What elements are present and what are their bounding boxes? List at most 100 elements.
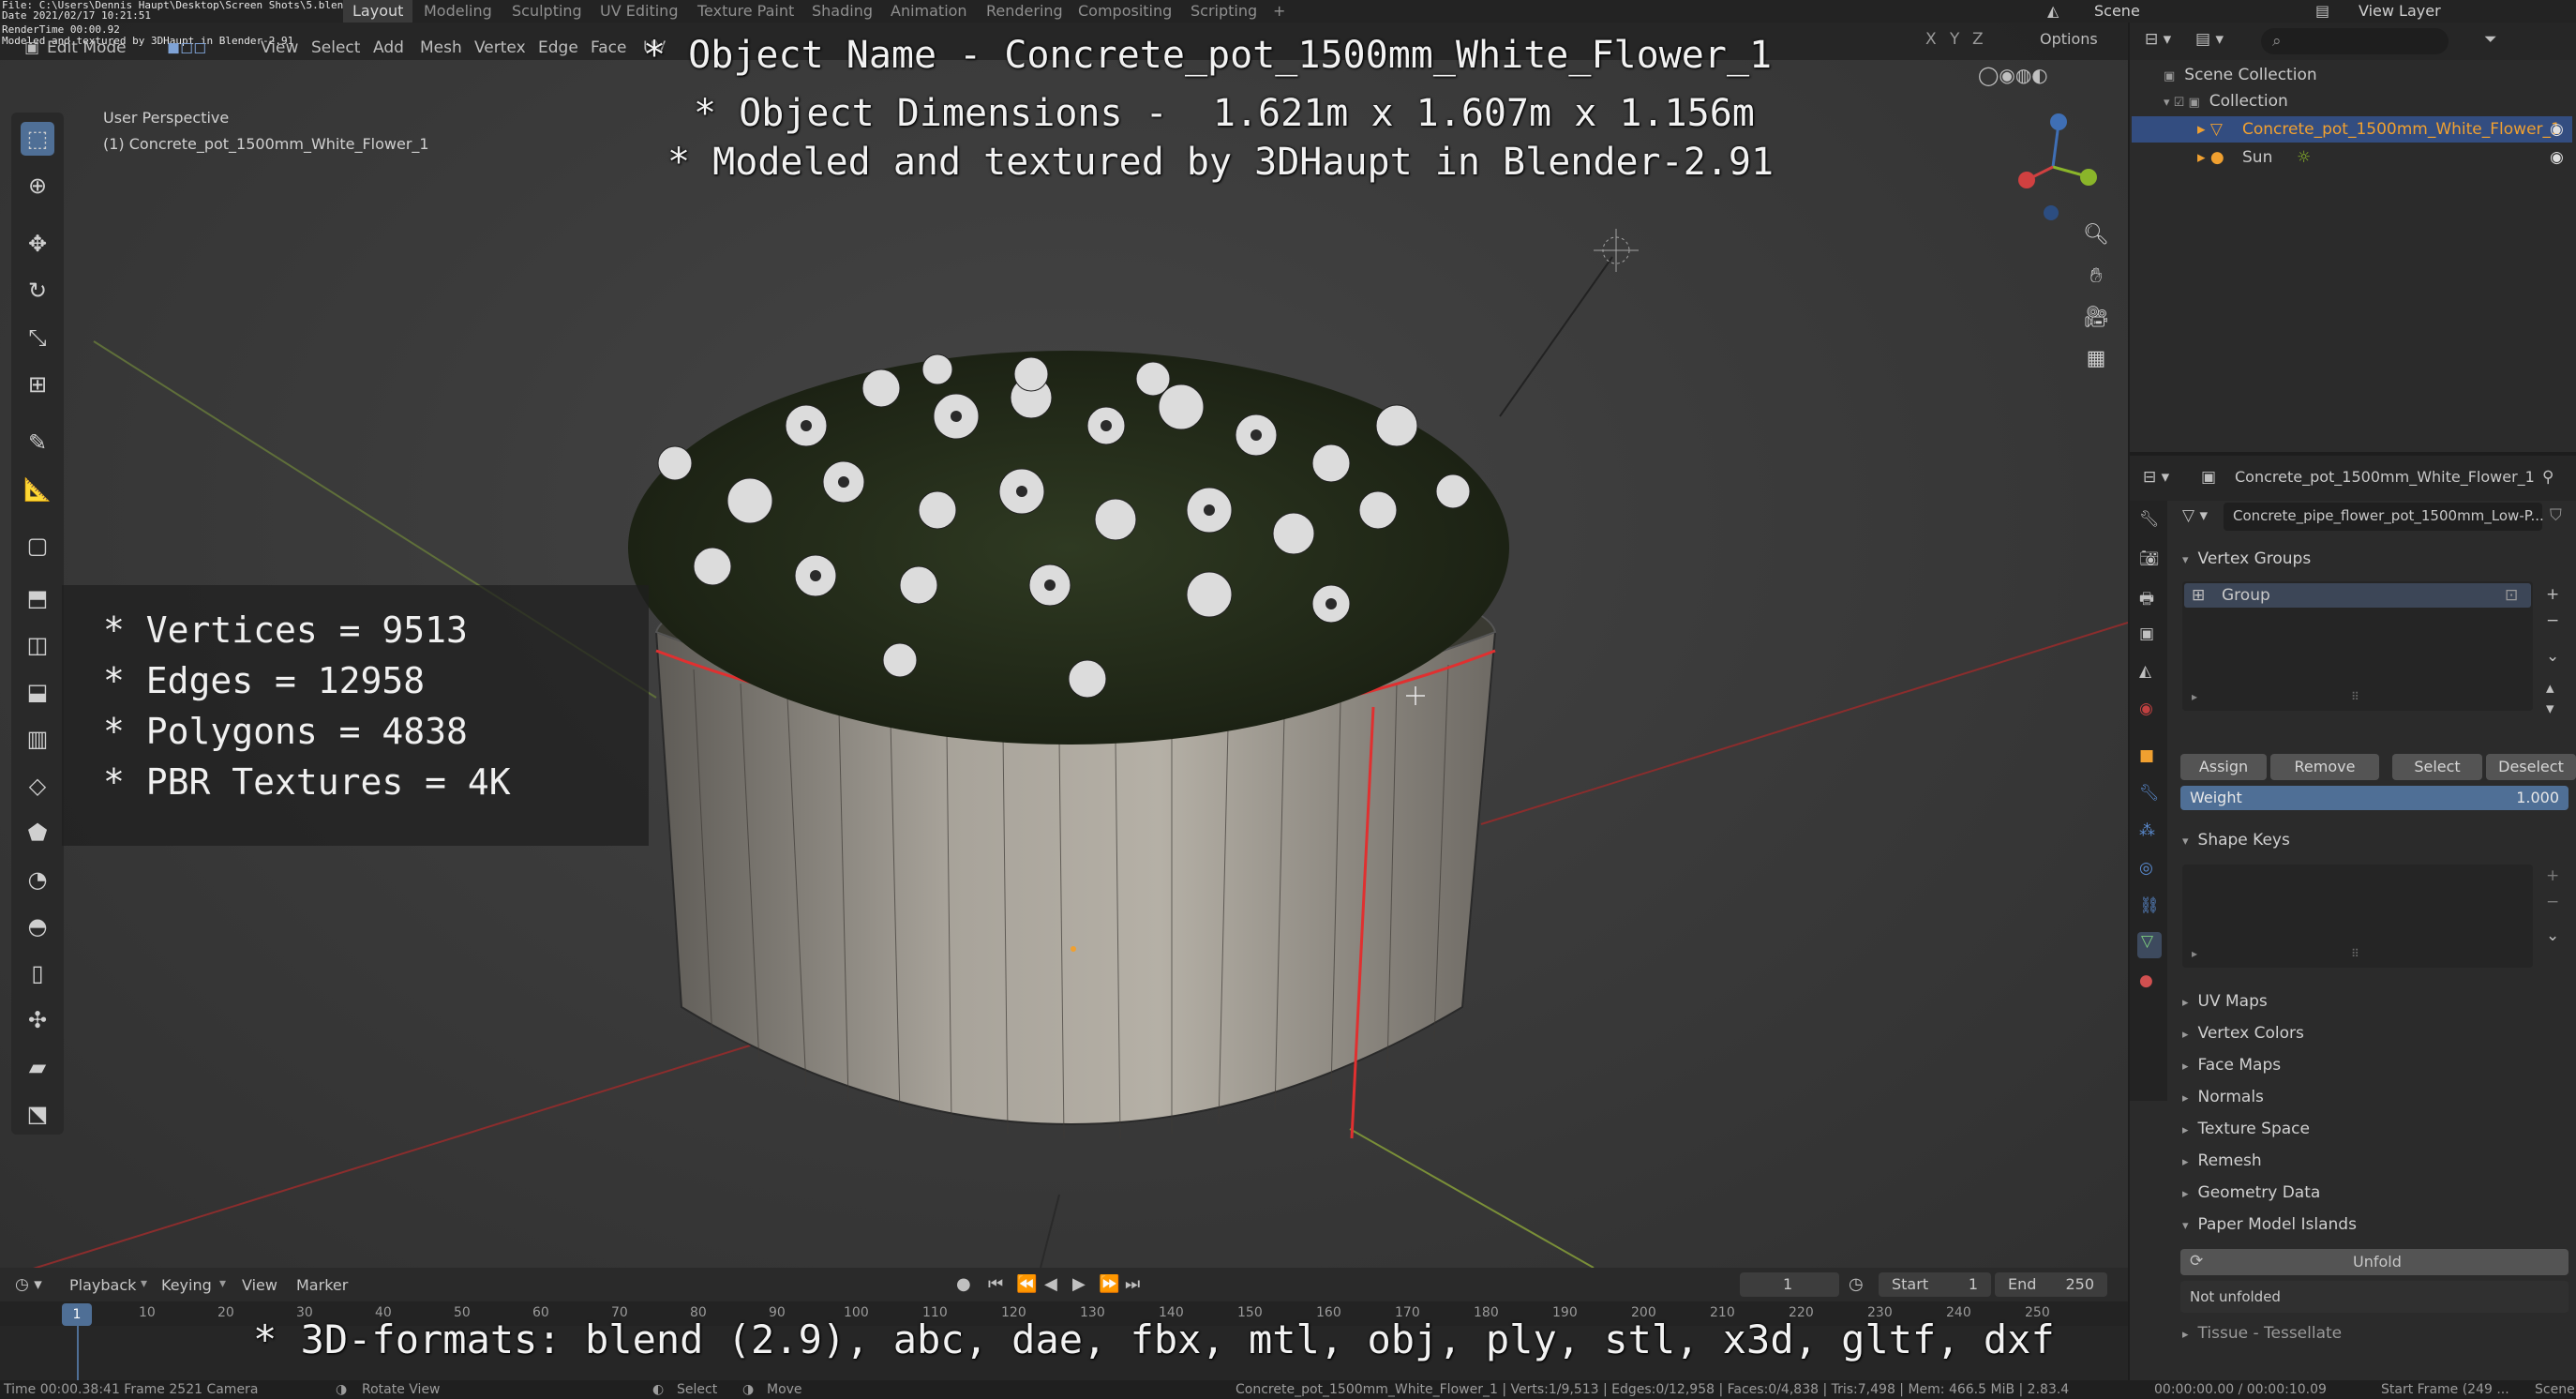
extrude-icon[interactable]: ⬒ <box>21 581 54 615</box>
remove-shape-key-icon[interactable]: − <box>2546 893 2559 911</box>
navigation-gizmo[interactable] <box>2015 105 2119 227</box>
options-button[interactable]: Options <box>2040 30 2098 48</box>
resize-grip-icon[interactable]: ⠿ <box>2351 690 2359 703</box>
view-layer-icon[interactable]: ▤ <box>2315 0 2329 23</box>
add-group-icon[interactable]: + <box>2546 585 2559 604</box>
expand-list-icon[interactable]: ▸ <box>2192 947 2197 960</box>
menu-mesh[interactable]: Mesh <box>420 38 462 57</box>
vertex-group-list[interactable]: ⊞ Group ⊡ ▸ ⠿ <box>2182 581 2533 711</box>
remove-button[interactable]: Remove <box>2270 754 2379 780</box>
menu-edge[interactable]: Edge <box>538 38 578 57</box>
editor-type-icon[interactable]: ⊟ ▾ <box>2145 30 2171 49</box>
vertex-select-icon[interactable]: ◼◻◻ <box>167 38 206 57</box>
paper-model-header[interactable]: ▾ Paper Model Islands <box>2182 1210 2357 1240</box>
clock-icon[interactable]: ◷ <box>1849 1274 1864 1294</box>
zoom-icon[interactable]: 🔍︎ <box>2077 216 2115 253</box>
pin-icon[interactable]: ⚲ <box>2542 468 2554 487</box>
lock-icon[interactable]: ⊡ <box>2505 586 2518 605</box>
tab-shading[interactable]: Shading <box>812 0 873 23</box>
face-maps-header[interactable]: ▸ Face Maps <box>2182 1050 2281 1080</box>
loop-cut-icon[interactable]: ▥ <box>21 722 54 756</box>
texture-space-header[interactable]: ▸ Texture Space <box>2182 1114 2310 1144</box>
visibility-eye-icon[interactable]: ◉ <box>2550 120 2564 139</box>
rip-region-icon[interactable]: ⬔ <box>21 1097 54 1131</box>
shape-key-specials-icon[interactable]: ⌄ <box>2546 926 2559 945</box>
shape-keys-header[interactable]: ▾ Shape Keys <box>2182 825 2290 855</box>
unfold-button[interactable]: ⟳ Unfold <box>2180 1249 2569 1275</box>
physics-tab-icon[interactable]: ◎ <box>2139 859 2153 878</box>
mode-selector[interactable]: Edit Mode <box>47 38 127 57</box>
current-frame-field[interactable]: 1 <box>1740 1272 1839 1297</box>
world-tab-icon[interactable]: ◉ <box>2139 700 2153 718</box>
tab-modeling[interactable]: Modeling <box>424 0 492 23</box>
play-icon[interactable]: ▶ <box>1072 1274 1086 1294</box>
move-up-icon[interactable]: ▴ <box>2546 679 2554 698</box>
add-shape-key-icon[interactable]: + <box>2546 866 2559 885</box>
add-workspace-icon[interactable]: + <box>1273 0 1285 23</box>
camera-view-icon[interactable]: 🎥︎ <box>2077 298 2115 336</box>
timeline-editor-icon[interactable]: ◷ ▾ <box>15 1275 42 1294</box>
scale-icon[interactable]: ⤡ <box>21 321 54 354</box>
ortho-grid-icon[interactable]: ▦ <box>2077 339 2115 377</box>
knife-icon[interactable]: ◇ <box>21 769 54 803</box>
shear-icon[interactable]: ▰ <box>21 1050 54 1084</box>
tissue-header[interactable]: ▸ Tissue - Tessellate <box>2182 1318 2342 1348</box>
tab-uv-editing[interactable]: UV Editing <box>600 0 678 23</box>
output-tab-icon[interactable]: 🖶 <box>2139 587 2154 614</box>
shading-mode-icon[interactable]: ◯◉◍◐ <box>1978 64 2048 86</box>
normals-header[interactable]: ▸ Normals <box>2182 1082 2264 1112</box>
spin-icon[interactable]: ◔ <box>21 863 54 896</box>
3d-viewport[interactable]: RenderTime 00:00.92 Modeled and textured… <box>0 23 2128 1268</box>
axis-x-toggle[interactable]: X <box>1925 30 1937 49</box>
move-icon[interactable]: ✥ <box>21 227 54 261</box>
vertex-group-item[interactable]: ⊞ Group ⊡ <box>2184 583 2531 608</box>
measure-icon[interactable]: 📐 <box>21 473 54 506</box>
edge-slide-icon[interactable]: ▯ <box>21 956 54 990</box>
tab-texture-paint[interactable]: Texture Paint <box>697 0 794 23</box>
weight-slider[interactable]: Weight 1.000 <box>2180 786 2569 810</box>
start-frame-field[interactable]: Start 1 <box>1879 1272 1991 1297</box>
end-frame-field[interactable]: End 250 <box>1995 1272 2107 1297</box>
resize-grip-icon[interactable]: ⠿ <box>2351 947 2359 960</box>
props-editor-icon[interactable]: ⊟ ▾ <box>2143 468 2169 487</box>
expand-list-icon[interactable]: ▸ <box>2192 690 2197 703</box>
menu-face[interactable]: Face <box>591 38 626 57</box>
remove-group-icon[interactable]: − <box>2546 611 2559 630</box>
bevel-icon[interactable]: ⬓ <box>21 675 54 709</box>
mesh-data-tab-icon[interactable]: ▽ <box>2137 932 2162 958</box>
remesh-header[interactable]: ▸ Remesh <box>2182 1146 2262 1176</box>
scene-collection-row[interactable]: ▣ Scene Collection <box>2164 66 2317 84</box>
menu-view[interactable]: View <box>261 38 298 57</box>
tab-scripting[interactable]: Scripting <box>1191 0 1257 23</box>
view-layer-tab-icon[interactable]: ▣ <box>2139 624 2154 643</box>
uv-maps-header[interactable]: ▸ UV Maps <box>2182 986 2268 1016</box>
deselect-button[interactable]: Deselect <box>2486 754 2576 780</box>
smooth-icon[interactable]: ◓ <box>21 910 54 943</box>
jump-start-icon[interactable]: ⏮ <box>988 1274 1003 1294</box>
tab-sculpting[interactable]: Sculpting <box>512 0 582 23</box>
play-reverse-icon[interactable]: ◀ <box>1044 1274 1057 1294</box>
annotate-icon[interactable]: ✎ <box>21 426 54 459</box>
scene-tab-icon[interactable]: ◭ <box>2139 662 2151 681</box>
playhead[interactable]: 1 <box>62 1303 92 1326</box>
outliner-item-sun[interactable]: ▸ ● Sun ☼ ◉ <box>2132 144 2572 171</box>
select-button[interactable]: Select <box>2392 754 2482 780</box>
move-down-icon[interactable]: ▾ <box>2546 700 2554 718</box>
shrink-fatten-icon[interactable]: ✣ <box>21 1003 54 1037</box>
transform-icon[interactable]: ⊞ <box>21 368 54 401</box>
axis-z-toggle[interactable]: Z <box>1972 30 1984 49</box>
specials-menu-icon[interactable]: ⌄ <box>2546 647 2559 666</box>
outliner-item-pot[interactable]: ▸ ▽ Concrete_pot_1500mm_White_Flower_1 ◉ <box>2132 116 2572 143</box>
menu-timeline-view[interactable]: View <box>242 1276 277 1294</box>
rotate-icon[interactable]: ↻ <box>21 274 54 308</box>
visibility-eye-icon[interactable]: ◉ <box>2550 148 2564 167</box>
scene-selector[interactable]: Scene <box>2094 0 2140 23</box>
prev-key-icon[interactable]: ⏪ <box>1016 1274 1037 1294</box>
menu-marker[interactable]: Marker <box>296 1276 348 1294</box>
menu-vertex[interactable]: Vertex <box>474 38 526 57</box>
render-tab-icon[interactable]: 📷︎ <box>2139 549 2160 568</box>
shape-key-list[interactable]: ▸ ⠿ <box>2182 865 2533 968</box>
record-icon[interactable]: ● <box>956 1274 971 1294</box>
particles-tab-icon[interactable]: ⁂ <box>2139 821 2155 840</box>
add-cube-icon[interactable]: ▢ <box>21 529 54 563</box>
